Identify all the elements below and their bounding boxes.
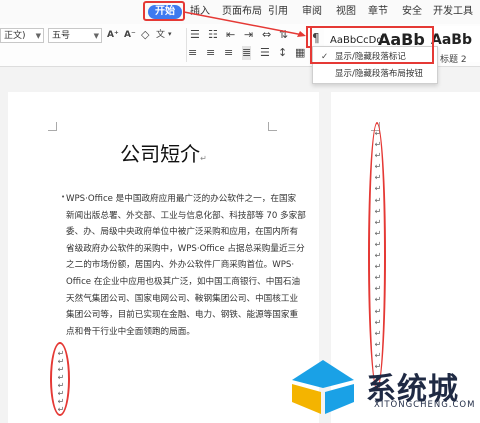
list-bullet: • [61, 193, 66, 201]
paragraph-line: 点和骨干行业中全面领跑的局面。 [66, 326, 195, 337]
paragraph-line: 新闻出版总署、外交部、工业与信息化部、科技部等 70 多家部 [66, 210, 306, 221]
marks-highlight-ellipse [50, 342, 70, 416]
margin-corner [48, 122, 57, 131]
menu-highlight-box [310, 26, 434, 64]
menu-item-label: 显示/隐藏段落布局按钮 [335, 69, 423, 79]
paragraph-mark: ↵ [200, 154, 207, 163]
watermark-subtext: XITONGCHENG.COM [374, 400, 476, 410]
paragraph-line: 集团公司等，目前已实现在金融、电力、钢铁、能源等国家重 [66, 310, 299, 321]
paragraph-line: 省级政府办公软件的采购中，WPS·Office 占据总采购量近三分 [66, 243, 305, 254]
logo-shape-right [325, 384, 354, 414]
paragraph-line: Office 在企业中应用也极其广泛，如中国工商银行、中国石油 [66, 276, 301, 287]
document-title[interactable]: 公司短介↵ [8, 138, 319, 167]
paragraph-line: WPS·Office 是中国政府应用最广泛的办公软件之一，在国家 [66, 194, 297, 204]
logo-shape-left [292, 384, 321, 414]
watermark-logo [292, 360, 354, 414]
paragraph-line: 天然气集团公司、国家电网公司、鞍钢集团公司、中国核工业 [66, 293, 299, 304]
paragraph-line: 之二的市场份额，居国内、外办公软件厂商采购首位。WPS· [66, 260, 295, 271]
menu-item-show-hide-layout-button[interactable]: 显示/隐藏段落布局按钮 [313, 66, 437, 82]
logo-shape-top [292, 360, 354, 388]
arrow-line [183, 11, 304, 36]
document-title-text: 公司短介 [120, 142, 201, 166]
margin-corner [268, 122, 277, 131]
paragraph-line: 委、办、局级中央政府单位中被广泛采购和应用，在国内所有 [66, 227, 299, 238]
marks-highlight-ellipse [368, 122, 386, 390]
document-paragraph[interactable]: WPS·Office 是中国政府应用最广泛的办公软件之一，在国家 新闻出版总署、… [66, 191, 306, 340]
